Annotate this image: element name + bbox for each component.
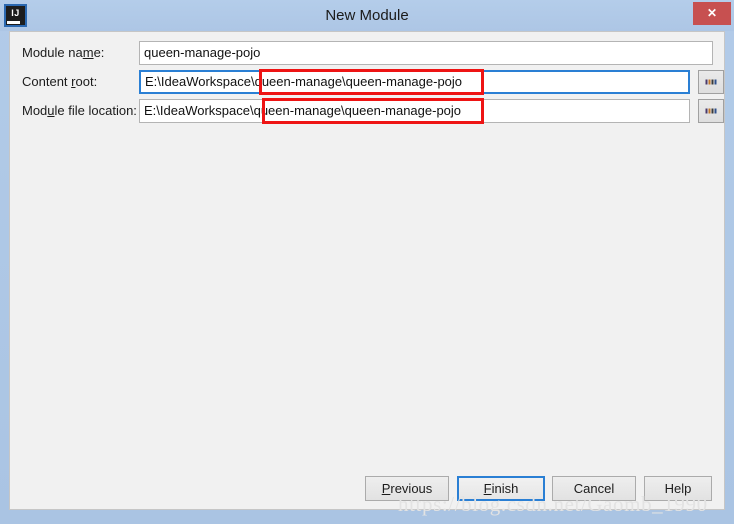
content-root-input[interactable]: E:\IdeaWorkspace\queen-manage\queen-mana… bbox=[139, 70, 690, 94]
module-file-location-input[interactable]: E:\IdeaWorkspace\queen-manage\queen-mana… bbox=[139, 99, 690, 123]
close-icon[interactable]: ✕ bbox=[693, 2, 731, 25]
content-root-label: Content root: bbox=[22, 74, 98, 89]
module-name-input[interactable]: queen-manage-pojo bbox=[139, 41, 713, 65]
dialog-client-area: Module name: queen-manage-pojo Content r… bbox=[9, 31, 725, 510]
title-bar: IJ New Module ✕ bbox=[0, 0, 734, 31]
module-file-location-browse-button[interactable] bbox=[698, 99, 724, 123]
watermark-text: https://blog.csdn.net/Gaomb_1990 bbox=[398, 492, 708, 516]
window-title: New Module bbox=[325, 7, 409, 24]
module-name-label: Module name: bbox=[22, 45, 105, 60]
ellipsis-icon bbox=[705, 108, 717, 114]
module-file-location-label: Module file location: bbox=[22, 103, 137, 118]
new-module-dialog: IJ New Module ✕ Module name: queen-manag… bbox=[0, 0, 734, 524]
ellipsis-icon bbox=[705, 79, 717, 85]
content-root-browse-button[interactable] bbox=[698, 70, 724, 94]
